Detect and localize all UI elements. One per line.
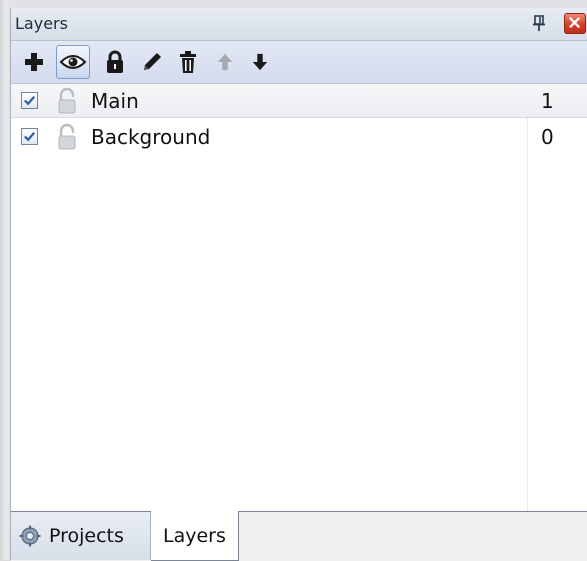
layer-row-main[interactable]: Main 1 [11, 84, 587, 118]
tab-layers[interactable]: Layers [151, 511, 239, 561]
lock-icon [107, 50, 123, 73]
layer-name: Main [91, 89, 139, 113]
add-layer-button[interactable] [17, 45, 51, 79]
unlocked-icon[interactable] [56, 123, 78, 151]
layer-list[interactable]: Main 1 Background 0 [11, 84, 587, 511]
edit-layer-button[interactable] [135, 45, 169, 79]
move-layer-up-button[interactable] [208, 45, 242, 79]
tab-layers-label: Layers [163, 524, 226, 547]
arrow-down-icon [252, 53, 268, 71]
close-icon[interactable] [564, 13, 586, 34]
trash-icon [180, 51, 196, 73]
layer-name: Background [91, 125, 211, 149]
delete-layer-button[interactable] [171, 45, 205, 79]
unlocked-icon[interactable] [56, 87, 78, 115]
panel-tab-strip: Projects Layers [11, 511, 587, 561]
panel-title: Layers [15, 14, 68, 33]
checkmark-icon [24, 132, 36, 142]
layers-toolbar [11, 41, 587, 84]
lock-layer-button[interactable] [98, 45, 132, 79]
panel-title-bar[interactable]: Layers [11, 8, 587, 41]
toggle-visibility-button[interactable] [56, 45, 90, 79]
pin-icon[interactable] [531, 14, 547, 32]
layer-number: 0 [541, 125, 554, 149]
layer-visible-checkbox[interactable] [21, 92, 38, 109]
layers-panel: Layers Main 1 Background 0 Projects Laye… [10, 8, 587, 561]
move-layer-down-button[interactable] [243, 45, 277, 79]
eye-icon [59, 55, 87, 69]
tab-projects-label: Projects [49, 525, 124, 547]
pencil-icon [144, 53, 161, 70]
arrow-up-icon [217, 53, 233, 71]
layer-row-background[interactable]: Background 0 [11, 120, 587, 154]
layer-number: 1 [541, 89, 554, 113]
projects-gear-icon [19, 525, 41, 547]
add-icon [25, 53, 43, 71]
layer-visible-checkbox[interactable] [21, 128, 38, 145]
checkmark-icon [24, 96, 36, 106]
tab-projects[interactable]: Projects [11, 512, 151, 560]
